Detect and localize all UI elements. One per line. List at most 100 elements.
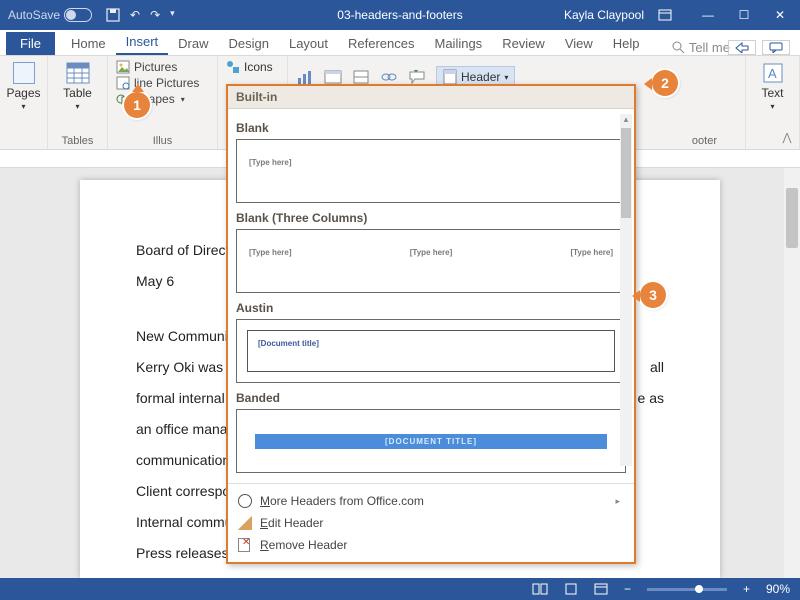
callout-1: 1 bbox=[124, 92, 150, 118]
text-box-icon: A bbox=[762, 62, 784, 84]
gallery-item-blank[interactable]: [Type here] bbox=[236, 139, 626, 203]
edit-header-label: Edit Header bbox=[260, 516, 323, 530]
header-label: Header bbox=[461, 70, 500, 84]
ribbon-display-icon[interactable] bbox=[658, 9, 686, 21]
zoom-slider[interactable] bbox=[647, 588, 727, 591]
placeholder-text: [Type here] bbox=[570, 248, 613, 257]
pictures-icon bbox=[116, 60, 130, 74]
chevron-down-icon: ▾ bbox=[504, 73, 508, 82]
search-icon bbox=[672, 41, 685, 54]
chevron-down-icon: ▾ bbox=[181, 95, 185, 104]
maximize-button[interactable]: ☐ bbox=[730, 8, 758, 22]
group-pages: Pages ▾ bbox=[0, 56, 48, 149]
tab-file[interactable]: File bbox=[6, 32, 55, 55]
comments-button[interactable] bbox=[762, 40, 790, 55]
view-read-icon[interactable] bbox=[532, 583, 548, 595]
table-label: Table bbox=[63, 86, 92, 100]
tab-design[interactable]: Design bbox=[219, 32, 279, 55]
gallery-item-label: Blank bbox=[236, 121, 626, 135]
group-illus-label: Illus bbox=[116, 135, 209, 147]
table-button[interactable]: Table ▾ bbox=[56, 60, 99, 113]
vertical-scrollbar[interactable] bbox=[784, 168, 800, 578]
undo-icon[interactable]: ↶ bbox=[130, 8, 140, 22]
gallery-scrollbar[interactable]: ▴ bbox=[620, 114, 632, 466]
close-button[interactable]: ✕ bbox=[766, 8, 794, 22]
remove-icon bbox=[238, 538, 252, 552]
tab-insert[interactable]: Insert bbox=[116, 30, 169, 55]
globe-icon bbox=[238, 494, 252, 508]
chevron-down-icon: ▾ bbox=[770, 102, 774, 111]
callout-2: 2 bbox=[652, 70, 678, 96]
online-pictures-icon bbox=[116, 76, 130, 90]
save-icon[interactable] bbox=[106, 8, 120, 22]
zoom-in-button[interactable]: + bbox=[743, 582, 750, 596]
tab-draw[interactable]: Draw bbox=[168, 32, 218, 55]
user-name[interactable]: Kayla Claypool bbox=[564, 8, 644, 22]
gallery-footer: MMore Headers from Office.comore Headers… bbox=[228, 483, 634, 562]
pictures-label: Pictures bbox=[134, 60, 177, 74]
chevron-down-icon: ▾ bbox=[21, 102, 25, 111]
gallery-item-label: Banded bbox=[236, 391, 626, 405]
collapse-ribbon-icon[interactable]: ⋀ bbox=[780, 131, 794, 145]
icons-label: Icons bbox=[244, 60, 273, 74]
ribbon-tabs: File Home Insert Draw Design Layout Refe… bbox=[0, 30, 800, 56]
more-headers-menu[interactable]: MMore Headers from Office.comore Headers… bbox=[236, 490, 626, 512]
pictures-button[interactable]: Pictures bbox=[116, 60, 209, 74]
online-pictures-button[interactable]: line Pictures bbox=[116, 76, 209, 90]
placeholder-text: [Type here] bbox=[249, 158, 292, 167]
tab-review[interactable]: Review bbox=[492, 32, 555, 55]
gallery-item-banded[interactable]: [DOCUMENT TITLE] bbox=[236, 409, 626, 473]
tell-me-label: Tell me bbox=[689, 40, 730, 55]
link-icon[interactable] bbox=[380, 71, 398, 83]
placeholder-text: [Type here] bbox=[410, 248, 453, 257]
scrollbar-thumb[interactable] bbox=[786, 188, 798, 248]
chevron-down-icon: ▾ bbox=[75, 102, 79, 111]
more-headers-label: MMore Headers from Office.comore Headers… bbox=[260, 494, 424, 508]
autosave-switch-icon[interactable] bbox=[64, 8, 92, 22]
table-icon bbox=[66, 62, 90, 84]
remove-header-label: Remove Header bbox=[260, 538, 347, 552]
group-tables-label: Tables bbox=[56, 135, 99, 147]
screenshot-icon[interactable] bbox=[324, 69, 342, 85]
svg-text:A: A bbox=[768, 66, 777, 81]
tab-home[interactable]: Home bbox=[61, 32, 116, 55]
gallery-item-label: Austin bbox=[236, 301, 626, 315]
remove-header-menu[interactable]: Remove Header Remove Header bbox=[236, 534, 626, 556]
addins-icon[interactable] bbox=[352, 69, 370, 85]
qat-more-icon[interactable]: ▾ bbox=[170, 8, 175, 22]
status-bar: − + 90% bbox=[0, 578, 800, 600]
text-box-button[interactable]: A Text ▾ bbox=[754, 60, 791, 113]
placeholder-text: [Document title] bbox=[258, 339, 319, 348]
redo-icon[interactable]: ↷ bbox=[150, 8, 160, 22]
icons-button[interactable]: Icons bbox=[226, 60, 279, 74]
text-box-label: Text bbox=[761, 86, 783, 100]
gallery-item-label: Blank (Three Columns) bbox=[236, 211, 626, 225]
tab-layout[interactable]: Layout bbox=[279, 32, 338, 55]
tab-references[interactable]: References bbox=[338, 32, 424, 55]
tab-view[interactable]: View bbox=[555, 32, 603, 55]
comment-icon[interactable] bbox=[408, 70, 426, 84]
scrollbar-thumb[interactable] bbox=[621, 128, 631, 218]
tell-me[interactable]: Tell me bbox=[672, 40, 730, 55]
pages-button[interactable]: Pages ▾ bbox=[8, 60, 39, 113]
gallery-heading: Built-in bbox=[228, 86, 634, 109]
zoom-out-button[interactable]: − bbox=[624, 582, 631, 596]
pages-label: Pages bbox=[6, 86, 40, 100]
tab-mailings[interactable]: Mailings bbox=[425, 32, 493, 55]
gallery-item-blank-three[interactable]: [Type here] [Type here] [Type here] bbox=[236, 229, 626, 293]
minimize-button[interactable]: — bbox=[694, 8, 722, 22]
title-bar: AutoSave ↶ ↷ ▾ 03-headers-and-footers Ka… bbox=[0, 0, 800, 30]
view-print-icon[interactable] bbox=[564, 583, 578, 595]
scroll-up-icon[interactable]: ▴ bbox=[620, 114, 632, 128]
quick-access-toolbar: ↶ ↷ ▾ bbox=[106, 8, 175, 22]
edit-header-menu[interactable]: Edit Header Edit Header bbox=[236, 512, 626, 534]
chevron-right-icon: ▸ bbox=[615, 496, 620, 507]
tab-help[interactable]: Help bbox=[603, 32, 650, 55]
icons-icon bbox=[226, 60, 240, 74]
share-button[interactable] bbox=[728, 40, 756, 55]
pages-icon bbox=[13, 62, 35, 84]
zoom-level[interactable]: 90% bbox=[766, 582, 790, 596]
view-web-icon[interactable] bbox=[594, 583, 608, 595]
gallery-item-austin[interactable]: [Document title] bbox=[236, 319, 626, 383]
autosave-toggle[interactable]: AutoSave bbox=[8, 8, 92, 22]
